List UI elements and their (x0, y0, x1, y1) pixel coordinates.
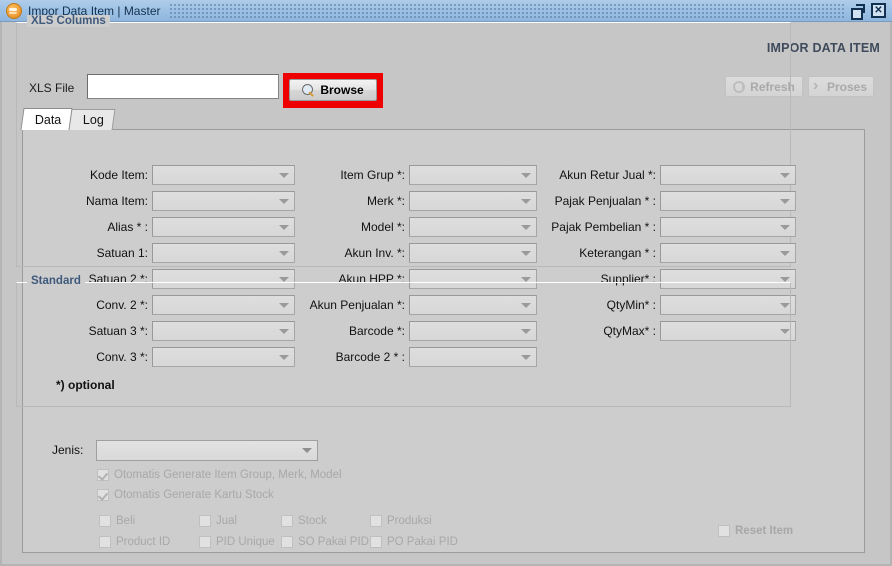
checkbox-icon (99, 515, 111, 527)
chevron-down-icon (780, 224, 790, 230)
combo-kode-item[interactable] (152, 165, 295, 185)
xls-columns-title: XLS Columns (27, 15, 110, 27)
play-icon (813, 77, 822, 95)
checkbox-reset-item[interactable]: Reset Item (718, 525, 793, 537)
checkbox-label: Stock (298, 515, 327, 527)
checkbox-label: Beli (116, 515, 136, 527)
checkbox-icon (370, 515, 382, 527)
close-window-button[interactable]: ✕ (871, 3, 886, 18)
checkbox-icon (718, 525, 730, 537)
standard-groupbox: Standard (16, 275, 791, 407)
combo-model[interactable] (409, 217, 537, 237)
label-pajak-penjualan: Pajak Penjualan * : (554, 194, 656, 208)
checkbox-label: Product ID (116, 536, 171, 548)
chevron-down-icon (279, 250, 289, 256)
checkbox-otomatis-generate-kartu-stock[interactable]: Otomatis Generate Kartu Stock (97, 489, 274, 501)
checkbox-jual[interactable]: Jual (199, 515, 237, 527)
label-satuan-1: Satuan 1: (96, 246, 148, 260)
checkbox-stock[interactable]: Stock (281, 515, 327, 527)
checkbox-label: Otomatis Generate Item Group, Merk, Mode… (114, 469, 342, 481)
restore-window-button[interactable] (850, 3, 865, 20)
checkbox-label: PO Pakai PID (387, 536, 458, 548)
checkbox-so-pakai-pid[interactable]: SO Pakai PID (281, 536, 369, 548)
chevron-down-icon (302, 448, 312, 453)
label-keterangan: Keterangan * : (579, 246, 656, 260)
label-jenis: Jenis: (52, 443, 84, 457)
combo-nama-item[interactable] (152, 191, 295, 211)
chevron-down-icon (521, 224, 531, 230)
checkbox-icon (370, 536, 382, 548)
checkbox-label: Produksi (387, 515, 432, 527)
chevron-down-icon (279, 276, 289, 282)
checkbox-icon (281, 515, 293, 527)
label-akun-retur-jual: Akun Retur Jual *: (559, 168, 656, 182)
checkbox-product-id[interactable]: Product ID (99, 536, 170, 548)
combo-satuan-1[interactable] (152, 243, 295, 263)
chevron-down-icon (780, 198, 790, 204)
checkbox-label: PID Unique (216, 536, 275, 548)
chevron-down-icon (780, 250, 790, 256)
proses-button[interactable]: Proses (808, 76, 874, 97)
label-model: Model *: (360, 220, 405, 234)
checkbox-label: Reset Item (735, 525, 794, 537)
combo-akun-retur-jual[interactable] (660, 165, 796, 185)
window-titlebar: Impor Data Item | Master ✕ (0, 0, 892, 22)
checkbox-icon (97, 469, 109, 481)
chevron-down-icon (521, 172, 531, 178)
combo-merk[interactable] (409, 191, 537, 211)
tab-log-label: Log (83, 113, 105, 127)
checkbox-produksi[interactable]: Produksi (370, 515, 432, 527)
chevron-down-icon (780, 276, 790, 282)
tab-bar: Data Log (20, 108, 116, 130)
checkbox-label: Jual (216, 515, 238, 527)
titlebar-drag-area[interactable] (168, 2, 844, 19)
checkbox-icon (281, 536, 293, 548)
checkbox-icon (199, 515, 211, 527)
window-controls: ✕ (844, 3, 892, 20)
combo-pajak-penjualan[interactable] (660, 191, 796, 211)
tab-log[interactable]: Log (68, 109, 116, 130)
checkbox-label: Otomatis Generate Kartu Stock (114, 489, 274, 501)
tab-data-label: Data (34, 112, 62, 127)
combo-alias[interactable] (152, 217, 295, 237)
standard-title: Standard (27, 275, 85, 287)
label-nama-item: Nama Item: (85, 194, 148, 208)
label-alias: Alias * : (107, 220, 148, 234)
checkbox-beli[interactable]: Beli (99, 515, 135, 527)
combo-pajak-pembelian[interactable] (660, 217, 796, 237)
checkbox-pid-unique[interactable]: PID Unique (199, 536, 275, 548)
combo-keterangan[interactable] (660, 243, 796, 263)
label-akun-inv: Akun Inv. *: (344, 246, 405, 260)
checkbox-label: SO Pakai PID (298, 536, 369, 548)
chevron-down-icon (521, 198, 531, 204)
checkbox-icon (99, 536, 111, 548)
combo-akun-inv[interactable] (409, 243, 537, 263)
tab-data[interactable]: Data (20, 108, 73, 130)
checkbox-po-pakai-pid[interactable]: PO Pakai PID (370, 536, 458, 548)
proses-button-label: Proses (826, 79, 868, 94)
chevron-down-icon (279, 198, 289, 204)
checkbox-icon (97, 489, 109, 501)
app-logo-icon (6, 2, 22, 19)
label-merk: Merk *: (366, 194, 405, 208)
chevron-down-icon (279, 224, 289, 230)
chevron-down-icon (521, 250, 531, 256)
chevron-down-icon (521, 276, 531, 282)
checkbox-otomatis-generate-item-group[interactable]: Otomatis Generate Item Group, Merk, Mode… (97, 469, 342, 481)
chevron-down-icon (780, 172, 790, 178)
chevron-down-icon (279, 172, 289, 178)
combo-jenis[interactable] (96, 440, 318, 461)
checkbox-icon (199, 536, 211, 548)
label-item-grup: Item Grup *: (340, 168, 405, 182)
combo-item-grup[interactable] (409, 165, 537, 185)
impor-data-item-window: Impor Data Item | Master ✕ IMPOR DATA IT… (0, 0, 892, 566)
label-kode-item: Kode Item: (89, 168, 148, 182)
label-pajak-pembelian: Pajak Pembelian * : (551, 220, 656, 234)
